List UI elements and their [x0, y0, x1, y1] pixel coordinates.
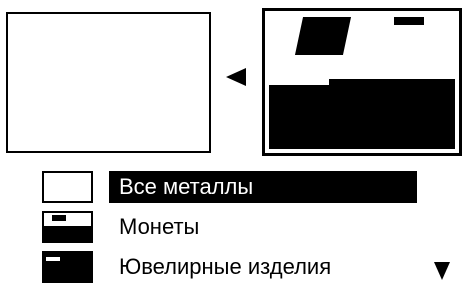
pattern-block [269, 85, 455, 149]
discrimination-menu: Все металлы Монеты Ювелирные изделия [40, 168, 465, 288]
pattern-block [329, 79, 455, 89]
thumb-block [52, 215, 66, 221]
menu-item-label: Монеты [119, 214, 200, 239]
scroll-down-triangle-icon[interactable] [434, 262, 450, 280]
menu-item-jewelry[interactable]: Ювелирные изделия [40, 248, 465, 288]
current-pattern-preview [6, 12, 211, 153]
left-triangle-icon [226, 68, 246, 86]
menu-item-all-metals[interactable]: Все металлы [40, 168, 465, 208]
menu-item-coins[interactable]: Монеты [40, 208, 465, 248]
pattern-block [394, 17, 424, 25]
pattern-image [269, 15, 455, 149]
pattern-block [294, 17, 352, 55]
jewelry-thumb-icon [42, 251, 93, 283]
thumb-block [44, 226, 91, 241]
selected-pattern-preview [262, 8, 462, 156]
thumb-gap [46, 257, 60, 261]
menu-item-label: Все металлы [109, 171, 417, 203]
all-metals-thumb-icon [42, 171, 93, 203]
coins-thumb-icon [42, 211, 93, 243]
menu-item-label: Ювелирные изделия [119, 254, 332, 279]
